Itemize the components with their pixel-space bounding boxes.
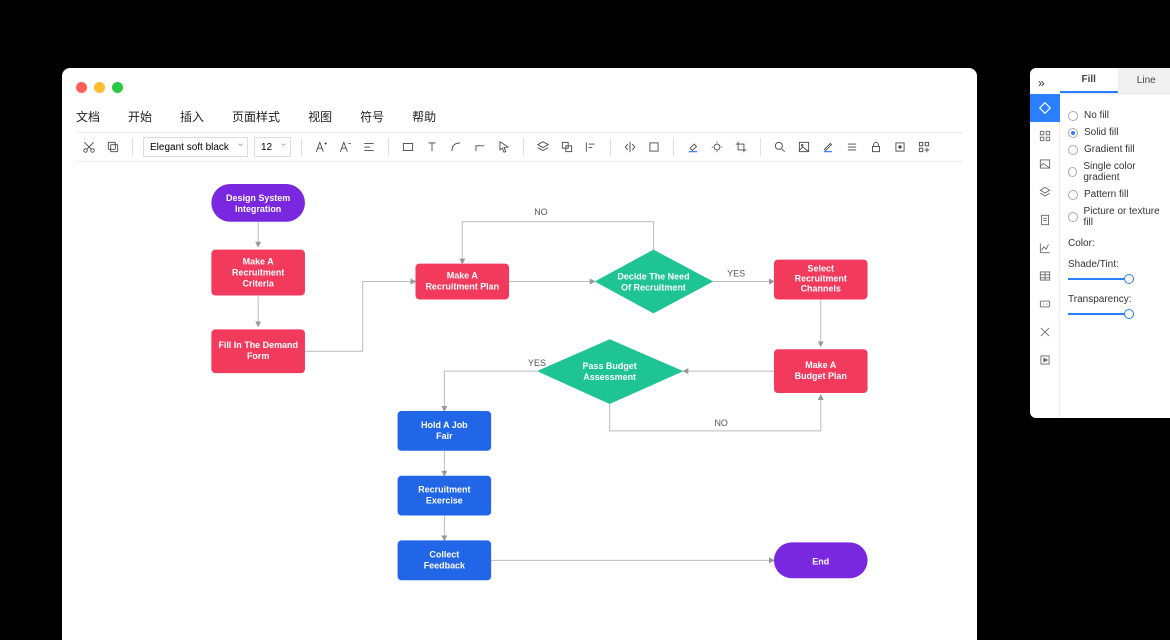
menu-start[interactable]: 开始: [128, 108, 152, 125]
increase-font-icon[interactable]: [312, 138, 330, 156]
image-tool-icon[interactable]: [795, 138, 813, 156]
list-settings-icon[interactable]: [843, 138, 861, 156]
close-window-button[interactable]: [76, 82, 87, 93]
align-icon[interactable]: [360, 138, 378, 156]
fill-color-icon[interactable]: [684, 138, 702, 156]
radio-icon: [1068, 190, 1078, 200]
shade-slider[interactable]: [1068, 274, 1134, 284]
shade-label: Shade/Tint:: [1068, 259, 1167, 270]
group-icon[interactable]: [558, 138, 576, 156]
fill-option-label: Single color gradient: [1083, 161, 1167, 183]
cut-icon[interactable]: [80, 138, 98, 156]
radio-icon: [1068, 111, 1078, 121]
rail-layers-icon[interactable]: [1030, 178, 1060, 206]
fill-option-0[interactable]: No fill: [1068, 110, 1167, 121]
edit-icon[interactable]: [891, 138, 909, 156]
radio-icon: [1068, 167, 1077, 177]
align-left-icon[interactable]: [582, 138, 600, 156]
edge-label-yes2: YES: [528, 358, 546, 368]
node-start-label: Design SystemIntegration: [226, 193, 290, 214]
menu-help[interactable]: 帮助: [412, 108, 436, 125]
maximize-window-button[interactable]: [112, 82, 123, 93]
edge-label-no: NO: [534, 207, 547, 217]
menu-symbol[interactable]: 符号: [360, 108, 384, 125]
fill-option-label: No fill: [1084, 110, 1109, 121]
radio-icon: [1068, 145, 1078, 155]
fill-option-label: Pattern fill: [1084, 189, 1128, 200]
rail-image-icon[interactable]: [1030, 150, 1060, 178]
transparency-slider[interactable]: [1068, 309, 1134, 319]
menu-bar: 文档 开始 插入 页面样式 视图 符号 帮助: [76, 108, 436, 125]
fill-option-5[interactable]: Picture or texture fill: [1068, 206, 1167, 228]
rail-captions-icon[interactable]: [1030, 290, 1060, 318]
window-controls: [76, 82, 123, 93]
menu-document[interactable]: 文档: [76, 108, 100, 125]
toolbar: Elegant soft black 12: [76, 132, 963, 162]
diagram-canvas[interactable]: NO YES NO YES Design SystemIntegration M…: [82, 172, 977, 640]
crop-icon[interactable]: [732, 138, 750, 156]
rail-shape-icon[interactable]: [1030, 94, 1060, 122]
minimize-window-button[interactable]: [94, 82, 105, 93]
shadow-icon[interactable]: [708, 138, 726, 156]
more-tools-icon[interactable]: [915, 138, 933, 156]
fit-icon[interactable]: [645, 138, 663, 156]
rail-document-icon[interactable]: [1030, 206, 1060, 234]
fill-option-label: Solid fill: [1084, 127, 1118, 138]
radio-icon: [1068, 212, 1078, 222]
format-side-panel: » Fill Line No fill Solid fill Gradient fi…: [1030, 68, 1170, 418]
fill-option-label: Gradient fill: [1084, 144, 1135, 155]
svg-text:Pass BudgetAssessment: Pass BudgetAssessment: [583, 361, 637, 382]
panel-tabs: Fill Line: [1060, 68, 1170, 94]
rail-play-icon[interactable]: [1030, 346, 1060, 374]
line-color-icon[interactable]: [819, 138, 837, 156]
collapse-panel-icon[interactable]: »: [1038, 76, 1045, 90]
svg-text:RecruitmentExercise: RecruitmentExercise: [418, 485, 470, 506]
connector-curve-icon[interactable]: [447, 138, 465, 156]
tab-fill[interactable]: Fill: [1060, 68, 1118, 93]
rail-chart-icon[interactable]: [1030, 234, 1060, 262]
font-size-select[interactable]: 12: [254, 137, 291, 157]
main-app-window: 文档 开始 插入 页面样式 视图 符号 帮助 Elegant soft blac…: [62, 68, 977, 640]
text-tool-icon[interactable]: [423, 138, 441, 156]
rail-table-icon[interactable]: [1030, 262, 1060, 290]
lock-icon[interactable]: [867, 138, 885, 156]
menu-view[interactable]: 视图: [308, 108, 332, 125]
color-label: Color:: [1068, 238, 1167, 249]
rail-grid-icon[interactable]: [1030, 122, 1060, 150]
menu-page-style[interactable]: 页面样式: [232, 108, 280, 125]
rail-connector-icon[interactable]: [1030, 318, 1060, 346]
fill-option-2[interactable]: Gradient fill: [1068, 144, 1167, 155]
tab-line[interactable]: Line: [1118, 68, 1170, 93]
radio-icon: [1068, 128, 1078, 138]
transparency-label: Transparency:: [1068, 294, 1167, 305]
svg-text:CollectFeedback: CollectFeedback: [424, 549, 465, 570]
panel-icon-rail: [1030, 94, 1060, 418]
font-family-select[interactable]: Elegant soft black: [143, 137, 248, 157]
fill-option-4[interactable]: Pattern fill: [1068, 189, 1167, 200]
svg-text:End: End: [812, 556, 829, 566]
fill-option-1[interactable]: Solid fill: [1068, 127, 1167, 138]
copy-icon[interactable]: [104, 138, 122, 156]
rectangle-tool-icon[interactable]: [399, 138, 417, 156]
svg-text:Decide The NeedOf Recruitment: Decide The NeedOf Recruitment: [617, 272, 689, 293]
pointer-tool-icon[interactable]: [495, 138, 513, 156]
layers-icon[interactable]: [534, 138, 552, 156]
flip-horizontal-icon[interactable]: [621, 138, 639, 156]
edge-label-no2: NO: [714, 418, 727, 428]
edge-label-yes: YES: [727, 269, 745, 279]
fill-option-3[interactable]: Single color gradient: [1068, 161, 1167, 183]
zoom-icon[interactable]: [771, 138, 789, 156]
fill-options-panel: No fill Solid fill Gradient fill Single col…: [1060, 98, 1170, 325]
decrease-font-icon[interactable]: [336, 138, 354, 156]
connector-elbow-icon[interactable]: [471, 138, 489, 156]
menu-insert[interactable]: 插入: [180, 108, 204, 125]
fill-option-label: Picture or texture fill: [1084, 206, 1167, 228]
